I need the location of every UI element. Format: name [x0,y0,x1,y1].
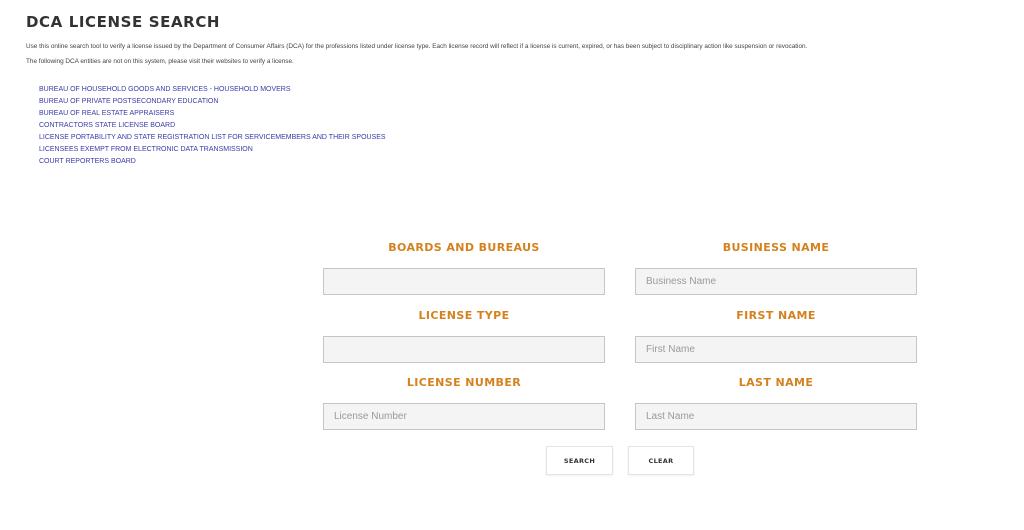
list-item: BUREAU OF PRIVATE POSTSECONDARY EDUCATIO… [39,94,386,106]
list-item: COURT REPORTERS BOARD [39,154,386,166]
search-button[interactable]: SEARCH [546,446,613,475]
business-name-field[interactable] [635,268,917,295]
first-name-field[interactable] [635,336,917,363]
list-item: LICENSEES EXEMPT FROM ELECTRONIC DATA TR… [39,142,386,154]
license-number-field[interactable] [323,403,605,430]
entity-link-court-reporters-board[interactable]: COURT REPORTERS BOARD [39,158,136,165]
business-name-label: BUSINESS NAME [722,241,830,254]
entity-link-contractors-board[interactable]: CONTRACTORS STATE LICENSE BOARD [39,122,175,129]
first-name-label: FIRST NAME [736,309,816,322]
entities-note: The following DCA entities are not on th… [26,58,294,65]
last-name-label: LAST NAME [738,376,814,389]
entity-link-list: BUREAU OF HOUSEHOLD GOODS AND SERVICES -… [39,82,386,166]
list-item: LICENSE PORTABILITY AND STATE REGISTRATI… [39,130,386,142]
last-name-field[interactable] [635,403,917,430]
license-type-select[interactable] [323,336,605,363]
clear-button[interactable]: CLEAR [628,446,694,475]
boards-label: BOARDS AND BUREAUS [388,241,540,254]
entity-link-household-movers[interactable]: BUREAU OF HOUSEHOLD GOODS AND SERVICES -… [39,86,291,93]
boards-select[interactable] [323,268,605,295]
entity-link-license-portability[interactable]: LICENSE PORTABILITY AND STATE REGISTRATI… [39,134,386,141]
license-number-label: LICENSE NUMBER [406,376,522,389]
license-type-label: LICENSE TYPE [418,309,510,322]
list-item: BUREAU OF HOUSEHOLD GOODS AND SERVICES -… [39,82,386,94]
list-item: CONTRACTORS STATE LICENSE BOARD [39,118,386,130]
entity-link-exempt-licensees[interactable]: LICENSEES EXEMPT FROM ELECTRONIC DATA TR… [39,146,253,153]
page-title: DCA LICENSE SEARCH [26,13,221,31]
entity-link-real-estate-appraisers[interactable]: BUREAU OF REAL ESTATE APPRAISERS [39,110,174,117]
intro-text: Use this online search tool to verify a … [26,43,808,50]
entity-link-postsecondary-education[interactable]: BUREAU OF PRIVATE POSTSECONDARY EDUCATIO… [39,98,218,105]
list-item: BUREAU OF REAL ESTATE APPRAISERS [39,106,386,118]
